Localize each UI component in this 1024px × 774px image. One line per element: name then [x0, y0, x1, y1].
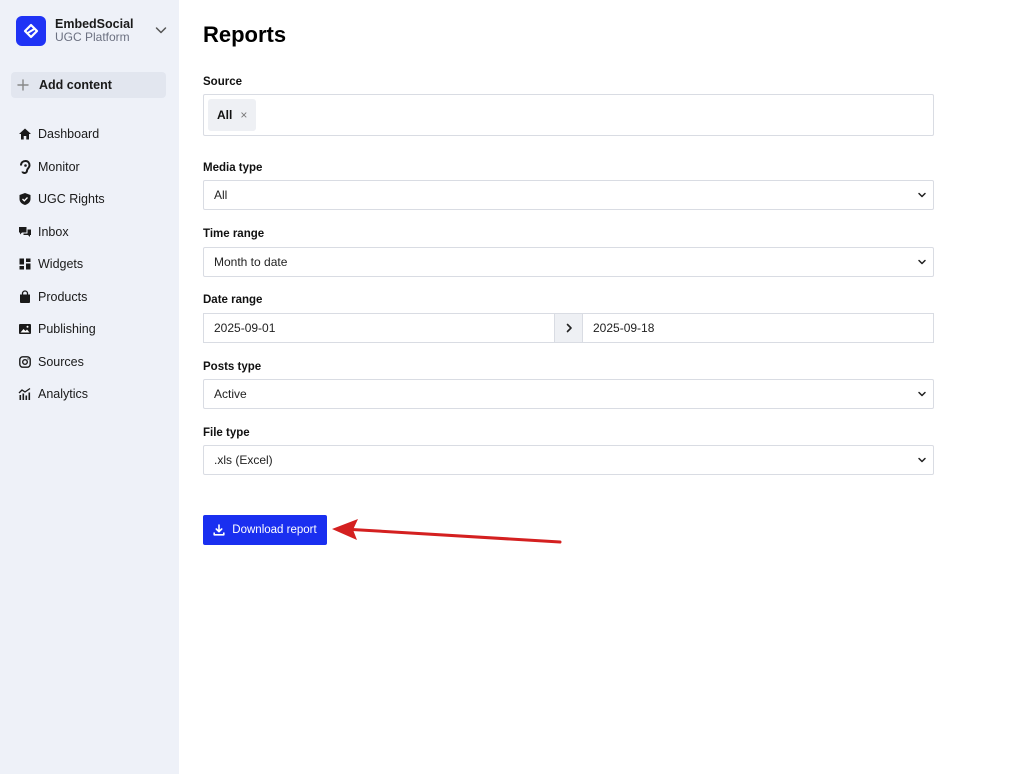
annotation-arrow-shaft	[350, 528, 562, 544]
posts-type-label: Posts type	[203, 361, 262, 373]
start-date-input[interactable]: 2025-09-01	[203, 313, 555, 343]
instagram-icon	[18, 355, 32, 369]
brand-switcher[interactable]: EmbedSocial UGC Platform	[16, 16, 168, 46]
annotation-arrow	[332, 519, 562, 544]
sidebar-item-label: Products	[38, 289, 88, 304]
sidebar-item-label: Dashboard	[38, 127, 100, 142]
sidebar-item-publishing[interactable]: Publishing	[18, 313, 168, 346]
chevron-down-icon	[918, 192, 926, 198]
chevron-right-icon	[554, 313, 583, 343]
chevron-down-icon[interactable]	[154, 23, 168, 37]
analytics-chart-icon	[18, 387, 32, 401]
date-range-label: Date range	[203, 294, 263, 306]
sidebar-item-sources[interactable]: Sources	[18, 346, 168, 379]
media-type-select[interactable]: All	[203, 180, 934, 210]
time-range-label: Time range	[203, 228, 265, 240]
page-title: Reports	[203, 22, 287, 47]
file-type-label: File type	[203, 427, 250, 439]
sidebar-item-dashboard[interactable]: Dashboard	[18, 118, 168, 151]
file-type-value: .xls (Excel)	[214, 453, 273, 467]
shopping-bag-icon	[18, 290, 32, 304]
plus-icon	[17, 79, 29, 91]
add-content-label: Add content	[39, 78, 112, 92]
source-multiselect[interactable]: All ×	[203, 94, 934, 136]
ear-icon	[18, 159, 32, 174]
chevron-down-icon	[918, 259, 926, 265]
sidebar-item-label: Sources	[38, 354, 84, 369]
posts-type-value: Active	[214, 387, 247, 401]
remove-tag-icon[interactable]: ×	[240, 108, 247, 122]
add-content-button[interactable]: Add content	[11, 72, 166, 98]
sidebar-item-label: Widgets	[38, 257, 84, 272]
download-icon	[213, 524, 225, 536]
image-icon	[18, 322, 32, 336]
chevron-down-icon	[918, 457, 926, 463]
sidebar-nav: Dashboard Monitor UGC Rights Inbox Widge…	[18, 118, 168, 411]
sidebar-item-monitor[interactable]: Monitor	[18, 151, 168, 184]
sidebar-item-widgets[interactable]: Widgets	[18, 248, 168, 281]
sidebar-item-label: Analytics	[38, 387, 89, 402]
download-report-label: Download report	[232, 524, 317, 536]
sidebar-item-inbox[interactable]: Inbox	[18, 216, 168, 249]
sidebar-item-ugc-rights[interactable]: UGC Rights	[18, 183, 168, 216]
chat-bubbles-icon	[18, 225, 32, 239]
source-label: Source	[203, 76, 242, 88]
sidebar-item-analytics[interactable]: Analytics	[18, 378, 168, 411]
chevron-down-icon	[918, 391, 926, 397]
shield-icon	[18, 192, 32, 206]
brand-name: EmbedSocial	[55, 16, 134, 31]
end-date-input[interactable]: 2025-09-18	[582, 313, 934, 343]
download-report-button[interactable]: Download report	[203, 515, 327, 545]
time-range-select[interactable]: Month to date	[203, 247, 934, 277]
sidebar-item-label: Monitor	[38, 159, 80, 174]
brand-subtitle: UGC Platform	[55, 30, 130, 45]
media-type-value: All	[214, 188, 228, 202]
source-tag: All ×	[208, 99, 257, 131]
sidebar-item-label: UGC Rights	[38, 192, 105, 207]
widgets-grid-icon	[18, 257, 32, 271]
sidebar: EmbedSocial UGC Platform Add content Das…	[0, 0, 179, 774]
file-type-select[interactable]: .xls (Excel)	[203, 445, 934, 475]
posts-type-select[interactable]: Active	[203, 379, 934, 409]
sidebar-item-label: Inbox	[38, 224, 69, 239]
sidebar-item-products[interactable]: Products	[18, 281, 168, 314]
time-range-value: Month to date	[214, 255, 288, 269]
home-icon	[18, 127, 32, 141]
embedsocial-logo-icon	[16, 16, 46, 46]
media-type-label: Media type	[203, 162, 263, 174]
date-range-picker: 2025-09-01 2025-09-18	[203, 313, 934, 343]
sidebar-item-label: Publishing	[38, 322, 96, 337]
source-tag-label: All	[217, 108, 233, 122]
